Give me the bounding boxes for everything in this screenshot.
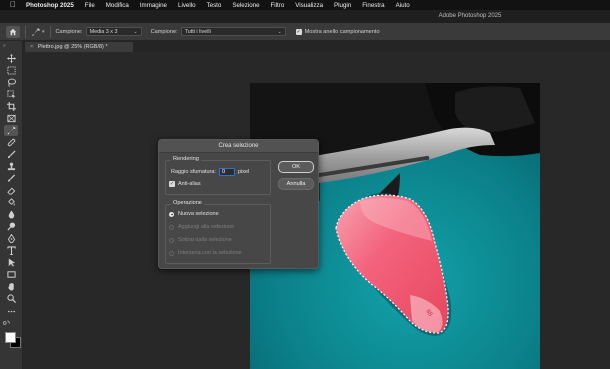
cancel-button[interactable]: Annulla: [278, 178, 314, 190]
sample-size-select[interactable]: Media 3 x 3 ⌄: [85, 27, 142, 36]
tools-panel: »: [0, 41, 23, 369]
window-titlebar: Adobe Photoshop 2025: [0, 10, 610, 23]
menu-filtro[interactable]: Filtro: [271, 2, 285, 9]
path-select-tool-icon[interactable]: [4, 257, 18, 268]
apple-icon[interactable]: : [10, 0, 20, 10]
divider: [49, 25, 51, 38]
sample-layers-select[interactable]: Tutti i livelli ⌄: [180, 27, 286, 36]
radio-subtract-selection[interactable]: Sottrai dalla selezione: [169, 237, 232, 243]
eraser-tool-icon[interactable]: [4, 185, 18, 196]
menu-bar:  Photoshop 2025 File Modifica Immagine …: [0, 0, 610, 10]
swap-colors-icon[interactable]: [3, 320, 10, 328]
sample-layers-value: Tutti i livelli: [184, 28, 211, 35]
operation-group-title: Operazione: [171, 200, 204, 206]
sample-size-value: Media 3 x 3: [89, 28, 118, 35]
sample-size-label: Campione:: [55, 28, 83, 35]
radio-add-selection[interactable]: Aggiungi alla selezione: [169, 224, 234, 230]
dialog-title: Crea selezione: [159, 140, 318, 153]
document-tab-label: Plettro.jpg @ 25% (RGB/8) *: [37, 44, 108, 50]
eyedropper-icon[interactable]: [31, 27, 41, 37]
history-brush-tool-icon[interactable]: [4, 173, 18, 184]
type-tool-icon[interactable]: [4, 245, 18, 256]
brush-tool-icon[interactable]: [4, 149, 18, 160]
menu-file[interactable]: File: [85, 2, 95, 9]
radio-icon: [169, 224, 174, 230]
rectangle-tool-icon[interactable]: [4, 269, 18, 280]
rendering-group: [165, 160, 271, 195]
menu-visualizza[interactable]: Visualizza: [295, 2, 323, 9]
pen-tool-icon[interactable]: [4, 233, 18, 244]
tool-preset-chevron-icon[interactable]: ▾: [42, 29, 45, 35]
chevron-down-icon: ⌄: [133, 29, 138, 35]
document-tab-bar: × Plettro.jpg @ 25% (RGB/8) *: [22, 41, 610, 52]
ok-button[interactable]: OK: [278, 161, 314, 173]
object-select-tool-icon[interactable]: [4, 89, 18, 100]
menu-immagine[interactable]: Immagine: [140, 2, 167, 9]
menu-livello[interactable]: Livello: [178, 2, 196, 9]
chevron-down-icon: ⌄: [277, 29, 282, 35]
sample-layers-label: Campione:: [150, 28, 178, 35]
more-tools-icon[interactable]: [4, 306, 18, 317]
menu-testo[interactable]: Testo: [207, 2, 222, 9]
create-selection-dialog: Crea selezione Rendering Raggio sfumatur…: [158, 139, 319, 269]
feather-input[interactable]: 0: [218, 168, 235, 176]
foreground-color-swatch[interactable]: [5, 332, 16, 343]
radio-icon: [169, 237, 174, 243]
show-ring-label: Mostra anello campionamento: [304, 28, 380, 35]
radio-icon: [169, 250, 174, 256]
dodge-tool-icon[interactable]: [4, 221, 18, 232]
close-icon[interactable]: ×: [30, 44, 33, 50]
window-title: Adobe Photoshop 2025: [438, 13, 502, 19]
radio-selected-icon: [169, 211, 174, 217]
menu-finestra[interactable]: Finestra: [362, 2, 384, 9]
move-tool-icon[interactable]: [4, 53, 18, 64]
home-icon: [9, 28, 17, 35]
radio-new-selection[interactable]: Nuova selezione: [169, 211, 219, 217]
blur-tool-icon[interactable]: [4, 209, 18, 220]
radio-intersect-selection[interactable]: Interseca con la selezione: [169, 250, 242, 256]
menu-aiuto[interactable]: Aiuto: [396, 2, 410, 9]
options-bar: ▾ Campione: Media 3 x 3 ⌄ Campione: Tutt…: [0, 23, 610, 41]
menu-app-name[interactable]: Photoshop 2025: [26, 2, 74, 9]
frame-tool-icon[interactable]: [4, 113, 18, 124]
menu-selezione[interactable]: Selezione: [232, 2, 259, 9]
clone-stamp-tool-icon[interactable]: [4, 161, 18, 172]
radio-intersect-selection-label: Interseca con la selezione: [178, 250, 242, 256]
crop-tool-icon[interactable]: [4, 101, 18, 112]
collapse-icon[interactable]: »: [3, 43, 6, 49]
show-ring-checkbox[interactable]: ✓ Mostra anello campionamento: [295, 28, 380, 35]
antialias-checkbox[interactable]: ✓ Anti-alias: [169, 181, 201, 187]
marquee-tool-icon[interactable]: [4, 65, 18, 76]
zoom-tool-icon[interactable]: [4, 293, 18, 304]
checkbox-check-icon: ✓: [295, 28, 302, 35]
hand-tool-icon[interactable]: [4, 281, 18, 292]
feather-label: Raggio sfumatura:: [171, 169, 216, 175]
healing-brush-tool-icon[interactable]: [4, 137, 18, 148]
gradient-tool-icon[interactable]: [4, 197, 18, 208]
menu-modifica[interactable]: Modifica: [106, 2, 129, 9]
menu-plugin[interactable]: Plugin: [334, 2, 351, 9]
lasso-tool-icon[interactable]: [4, 77, 18, 88]
radio-subtract-selection-label: Sottrai dalla selezione: [178, 237, 232, 243]
antialias-label: Anti-alias: [178, 181, 201, 187]
eyedropper-tool-icon[interactable]: [4, 125, 18, 136]
home-button[interactable]: [6, 25, 20, 38]
rendering-group-title: Rendering: [171, 156, 201, 162]
radio-new-selection-label: Nuova selezione: [178, 211, 219, 217]
radio-add-selection-label: Aggiungi alla selezione: [178, 224, 235, 230]
feather-row: Raggio sfumatura: 0 pixel: [171, 168, 249, 176]
document-tab[interactable]: × Plettro.jpg @ 25% (RGB/8) *: [25, 42, 133, 52]
divider: [25, 25, 26, 38]
checkbox-check-icon: ✓: [169, 181, 175, 187]
feather-unit: pixel: [237, 169, 250, 175]
